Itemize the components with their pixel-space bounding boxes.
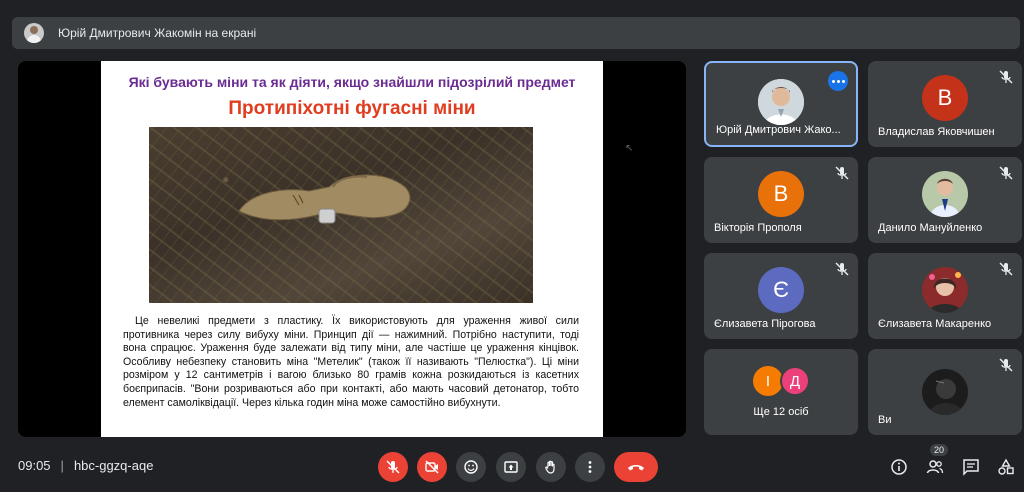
- more-options-button[interactable]: [575, 452, 605, 482]
- avatar: [922, 267, 968, 313]
- avatar-letter: Д: [780, 366, 810, 396]
- mic-off-icon: [999, 262, 1013, 276]
- mic-off-icon: [835, 166, 849, 180]
- separator: |: [60, 458, 64, 473]
- mic-off-icon: [835, 262, 849, 276]
- present-icon: [504, 461, 518, 473]
- more-options-icon[interactable]: [828, 71, 848, 91]
- participant-name: Юрій Дмитрович Жако...: [716, 124, 841, 136]
- people-button[interactable]: [925, 457, 945, 477]
- participant-name: Данило Мануйленко: [878, 222, 983, 234]
- emoji-icon: [464, 460, 478, 474]
- people-count-badge: 20: [930, 444, 949, 456]
- hand-icon: [545, 460, 555, 474]
- presenter-avatar: [24, 23, 44, 43]
- slide-body-text: Це невеликі предмети з пластику. Їх вико…: [123, 315, 579, 409]
- mic-off-icon: [999, 70, 1013, 84]
- present-screen-button[interactable]: [496, 452, 526, 482]
- reactions-button[interactable]: [456, 452, 486, 482]
- participant-tile-vladyslav[interactable]: В Владислав Яковчишен: [868, 61, 1022, 147]
- meeting-time: 09:05: [18, 458, 51, 473]
- leave-call-button[interactable]: [614, 452, 658, 482]
- participant-tile-yurii[interactable]: Юрій Дмитрович Жако...: [704, 61, 858, 147]
- participant-tile-yelyzaveta-m[interactable]: Єлизавета Макаренко: [868, 253, 1022, 339]
- activities-icon: [998, 458, 1014, 475]
- hang-up-icon: [628, 465, 644, 471]
- mic-off-icon: [999, 166, 1013, 180]
- participant-name: Єлизавета Пірогова: [714, 318, 816, 330]
- cursor-icon: ↖: [625, 143, 634, 154]
- mine-photo: [149, 127, 533, 303]
- self-tile[interactable]: Ви: [868, 349, 1022, 435]
- meeting-code: hbc-ggzq-aqe: [73, 458, 154, 473]
- more-vert-icon: [588, 461, 592, 473]
- meeting-details-button[interactable]: [889, 457, 909, 477]
- chat-button[interactable]: [961, 457, 981, 477]
- others-tile[interactable]: І Д Ще 12 осіб: [704, 349, 858, 435]
- participant-name: Ви: [878, 414, 892, 426]
- participant-tile-danylo[interactable]: Данило Мануйленко: [868, 157, 1022, 243]
- participant-name: Владислав Яковчишен: [878, 126, 995, 138]
- shared-slide: Які бувають міни та як діяти, якщо знайш…: [101, 61, 633, 437]
- avatar-letter: І: [753, 366, 783, 396]
- participant-tile-viktoriia[interactable]: В Вікторія Прополя: [704, 157, 858, 243]
- mic-off-icon: [999, 358, 1013, 372]
- meeting-info: 09:05 | hbc-ggzq-aqe: [18, 458, 153, 473]
- slide-subtitle: Протипіхотні фугасні міни: [228, 98, 476, 119]
- mic-toggle-button[interactable]: [378, 452, 408, 482]
- mic-off-icon: [386, 460, 400, 474]
- avatar: [922, 369, 968, 415]
- participant-name: Єлизавета Макаренко: [878, 318, 992, 330]
- avatar: [922, 171, 968, 217]
- avatar-letter: В: [922, 75, 968, 121]
- info-icon: [891, 459, 907, 475]
- others-count-label: Ще 12 осіб: [753, 406, 809, 418]
- avatar-letter: В: [758, 171, 804, 217]
- camera-toggle-button[interactable]: [417, 452, 447, 482]
- camera-off-icon: [425, 460, 439, 474]
- avatar-letter: Є: [758, 267, 804, 313]
- participant-name: Вікторія Прополя: [714, 222, 802, 234]
- raise-hand-button[interactable]: [536, 452, 566, 482]
- chat-icon: [963, 459, 979, 476]
- presenting-banner: Юрій Дмитрович Жакомін на екрані: [12, 17, 1020, 49]
- avatar: [758, 79, 804, 125]
- mine-image: [238, 174, 411, 224]
- activities-button[interactable]: [996, 457, 1016, 477]
- people-icon: [926, 460, 944, 474]
- slide-title: Які бувають міни та як діяти, якщо знайш…: [128, 74, 576, 90]
- participant-tile-yelyzaveta-p[interactable]: Є Єлизавета Пірогова: [704, 253, 858, 339]
- presenting-text: Юрій Дмитрович Жакомін на екрані: [58, 26, 257, 40]
- presentation-stage[interactable]: Які бувають міни та як діяти, якщо знайш…: [18, 61, 686, 437]
